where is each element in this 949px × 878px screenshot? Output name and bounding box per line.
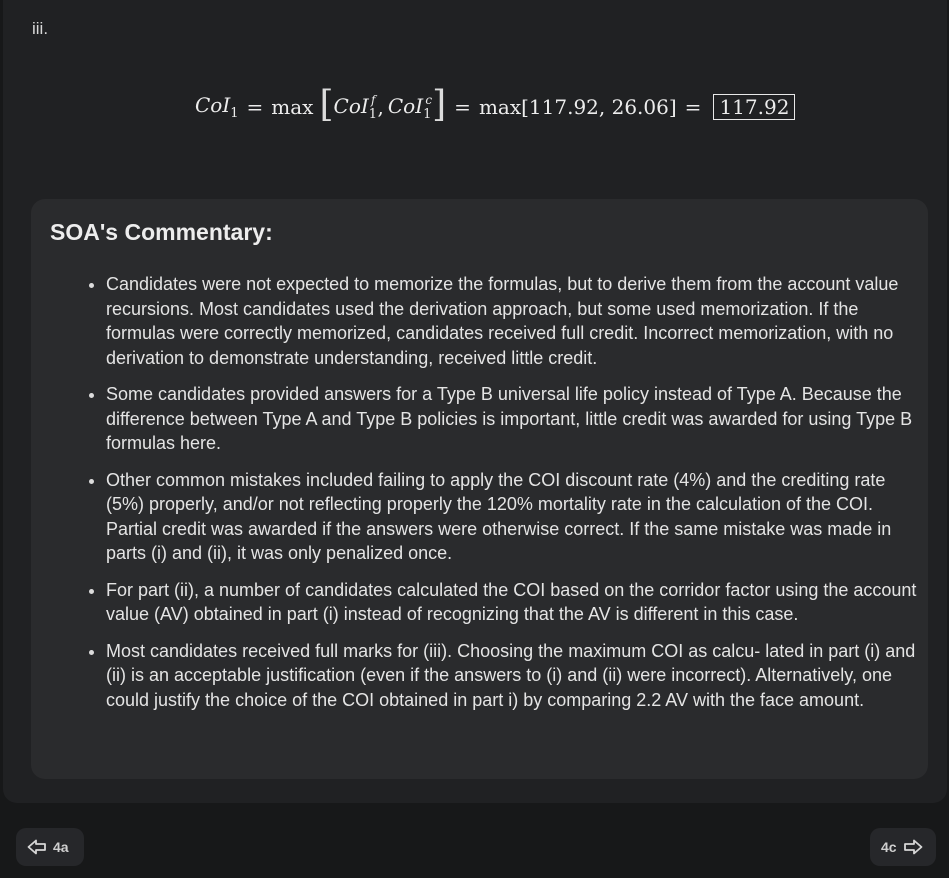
- list-item: Some candidates provided answers for a T…: [106, 382, 921, 456]
- formula-arg-f: CoI1f: [333, 92, 378, 122]
- list-item: Most candidates received full marks for …: [106, 639, 921, 713]
- prev-label: 4a: [53, 839, 69, 855]
- equals-sign-3: =: [684, 95, 702, 119]
- equals-sign-2: =: [454, 95, 471, 119]
- list-item: For part (ii), a number of candidates ca…: [106, 578, 921, 627]
- arrow-right-icon: [903, 839, 923, 855]
- formula-result: 117.92: [713, 94, 796, 120]
- list-item: Candidates were not expected to memorize…: [106, 272, 921, 370]
- commentary-box: SOA's Commentary: Candidates were not ex…: [31, 199, 928, 779]
- list-item: Other common mistakes included failing t…: [106, 468, 921, 566]
- prev-button[interactable]: 4a: [16, 828, 84, 866]
- commentary-title: SOA's Commentary:: [50, 219, 273, 245]
- next-label: 4c: [881, 839, 897, 855]
- right-bracket: ]: [432, 84, 447, 125]
- arrow-left-icon: [27, 839, 47, 855]
- formula-values: max[117.92, 26.06]: [478, 95, 677, 119]
- equals-sign: =: [246, 95, 264, 119]
- formula-arg-c: CoI1c: [387, 92, 433, 122]
- formula-lhs: CoI1: [195, 93, 239, 121]
- solution-card: iii. CoI1 = max [ CoI1f , CoI1c ] = max[…: [3, 0, 947, 803]
- item-number: iii.: [32, 19, 49, 38]
- formula: CoI1 = max [ CoI1f , CoI1c ] = max[117.9…: [195, 84, 796, 130]
- commentary-list: Candidates were not expected to memorize…: [86, 272, 921, 724]
- left-bracket: [: [319, 84, 334, 125]
- next-button[interactable]: 4c: [870, 828, 936, 866]
- max-operator: max: [271, 95, 314, 119]
